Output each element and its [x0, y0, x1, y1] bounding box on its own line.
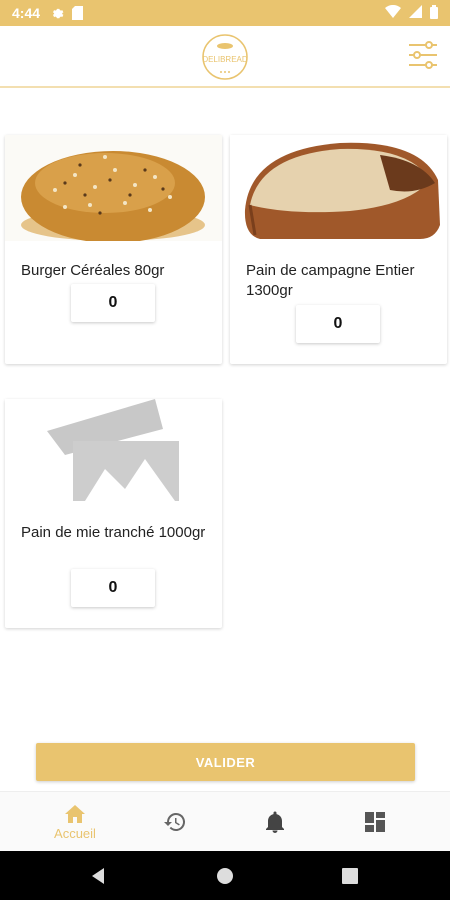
- placeholder-image-icon: [5, 399, 222, 507]
- quantity-field[interactable]: 0: [71, 569, 155, 607]
- home-circle-icon: [217, 868, 233, 884]
- bottom-navigation: Accueil: [0, 791, 450, 851]
- status-bar: 4:44: [0, 0, 450, 26]
- dashboard-icon: [365, 812, 385, 832]
- settings-gear-icon: [50, 6, 64, 20]
- product-image: [230, 135, 447, 241]
- nav-history[interactable]: [130, 792, 220, 852]
- filter-settings-button[interactable]: [406, 38, 440, 72]
- home-icon: [65, 804, 85, 823]
- quantity-field[interactable]: 0: [71, 284, 155, 322]
- sliders-icon: [409, 41, 437, 69]
- nav-home-label: Accueil: [54, 825, 96, 841]
- product-image: [5, 399, 222, 507]
- product-name: Pain de campagne Entier 1300gr: [246, 262, 415, 299]
- product-card[interactable]: Pain de campagne Entier 1300gr 0: [230, 135, 447, 364]
- nav-home[interactable]: Accueil: [30, 792, 120, 852]
- back-triangle-icon: [92, 868, 104, 884]
- svg-text:DELIBREAD: DELIBREAD: [202, 55, 248, 64]
- wifi-icon: [385, 4, 401, 21]
- product-card[interactable]: Burger Céréales 80gr 0: [5, 135, 222, 364]
- history-icon: [164, 812, 186, 831]
- product-name: Pain de mie tranché 1000gr: [21, 524, 206, 541]
- status-time: 4:44: [12, 5, 41, 21]
- nav-dashboard[interactable]: [330, 792, 420, 852]
- home-button[interactable]: [214, 865, 236, 887]
- recents-square-icon: [342, 868, 358, 884]
- quantity-field[interactable]: 0: [296, 305, 380, 343]
- validate-button[interactable]: VALIDER: [36, 743, 415, 781]
- battery-icon: [430, 4, 438, 22]
- back-button[interactable]: [88, 865, 110, 887]
- app-header: DELIBREAD: [0, 26, 450, 88]
- country-loaf-image: [230, 135, 447, 241]
- recents-button[interactable]: [339, 865, 361, 887]
- system-navigation-bar: [0, 851, 450, 900]
- product-image: [5, 135, 222, 241]
- delibread-logo: DELIBREAD: [197, 32, 253, 82]
- bell-icon: [266, 811, 284, 833]
- nav-notifications[interactable]: [230, 792, 320, 852]
- burger-bun-image: [5, 135, 222, 241]
- signal-icon: [409, 5, 422, 21]
- product-card[interactable]: Pain de mie tranché 1000gr 0: [5, 399, 222, 628]
- product-name: Burger Céréales 80gr: [21, 262, 165, 279]
- sd-card-icon: [72, 6, 84, 20]
